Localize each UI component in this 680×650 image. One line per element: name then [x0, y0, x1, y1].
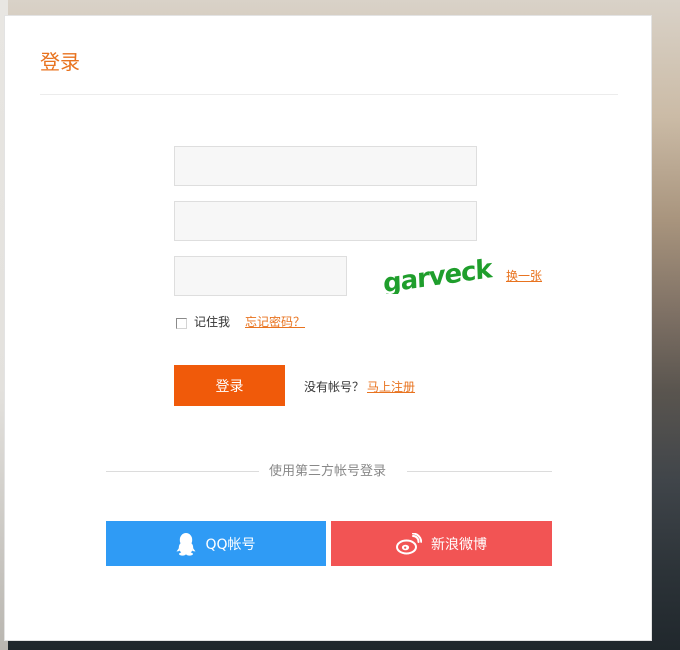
captcha-text: garveck [383, 254, 494, 294]
title-divider [40, 94, 618, 95]
weibo-icon [396, 532, 422, 554]
remember-me-label: 记住我 [194, 315, 231, 329]
captcha-input[interactable] [174, 256, 347, 296]
qq-icon [176, 532, 196, 556]
divider-line-left [106, 471, 259, 472]
password-input[interactable] [174, 201, 477, 241]
no-account-text: 没有帐号？ [304, 380, 365, 394]
login-panel: 登录 garveck 换一张 记住我 忘记密码？ 登录 没有帐号？ 马上注册 使… [4, 15, 652, 641]
qq-login-button[interactable]: QQ帐号 [106, 521, 326, 566]
divider-line-right [407, 471, 552, 472]
captcha-image[interactable]: garveck [383, 254, 507, 299]
register-link[interactable]: 马上注册 [367, 378, 415, 395]
username-input[interactable] [174, 146, 477, 186]
forgot-password-link[interactable]: 忘记密码？ [245, 313, 305, 330]
weibo-login-button[interactable]: 新浪微博 [331, 521, 552, 566]
qq-login-label: QQ帐号 [205, 536, 256, 553]
login-button[interactable]: 登录 [174, 365, 285, 406]
remember-me-checkbox[interactable] [176, 318, 187, 329]
page-title: 登录 [40, 50, 80, 74]
third-party-divider-text: 使用第三方帐号登录 [269, 464, 387, 479]
swap-captcha-link[interactable]: 换一张 [506, 267, 542, 284]
weibo-login-label: 新浪微博 [431, 536, 487, 553]
